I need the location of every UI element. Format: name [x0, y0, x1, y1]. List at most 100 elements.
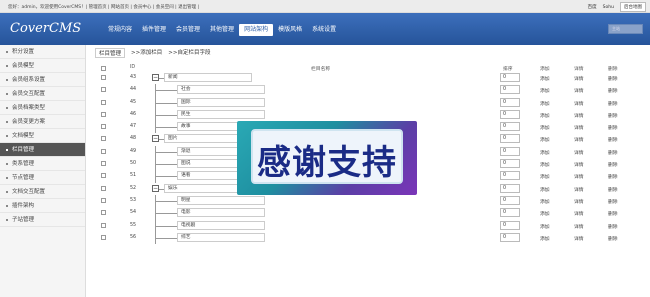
site-map-button[interactable]: 后台地图 [620, 2, 646, 12]
breadcrumb-category-manage[interactable]: 栏目管理 [95, 48, 126, 58]
top-link-sohu[interactable]: Sohu [603, 5, 614, 10]
delete-link[interactable]: 删除 [608, 173, 618, 180]
sidebar-item[interactable]: 节点管理 [0, 171, 85, 185]
row-name[interactable]: 综艺 [177, 232, 265, 242]
order-input[interactable]: 0 [500, 208, 520, 218]
order-input[interactable]: 0 [500, 183, 520, 193]
order-input[interactable]: 0 [500, 134, 520, 144]
detail-link[interactable]: 详情 [574, 223, 584, 230]
nav-item[interactable]: 插件管理 [137, 24, 171, 36]
nav-item[interactable]: 常规内容 [103, 24, 137, 36]
order-input[interactable]: 0 [500, 122, 520, 132]
row-checkbox[interactable] [101, 99, 106, 105]
collapse-icon[interactable]: − [152, 135, 159, 143]
row-checkbox[interactable] [101, 173, 106, 179]
order-input[interactable]: 0 [500, 232, 520, 242]
delete-link[interactable]: 删除 [608, 100, 618, 107]
row-name[interactable]: 社会 [177, 85, 265, 95]
breadcrumb-custom-fields[interactable]: >>自定栏目字段 [168, 48, 210, 58]
sidebar-item[interactable]: 会员模型 [0, 59, 85, 73]
row-checkbox[interactable] [101, 136, 106, 142]
row-checkbox[interactable] [101, 161, 106, 167]
detail-link[interactable]: 详情 [574, 161, 584, 168]
detail-link[interactable]: 详情 [574, 75, 584, 82]
sidebar-item[interactable]: 子站管理 [0, 213, 85, 227]
row-name[interactable]: 电影 [177, 208, 265, 218]
nav-item[interactable]: 其他管理 [205, 24, 239, 36]
row-checkbox[interactable] [101, 210, 106, 216]
delete-link[interactable]: 删除 [608, 149, 618, 156]
delete-link[interactable]: 删除 [608, 198, 618, 205]
delete-link[interactable]: 删除 [608, 75, 618, 82]
delete-link[interactable]: 删除 [608, 124, 618, 131]
order-input[interactable]: 0 [500, 195, 520, 205]
row-checkbox[interactable] [101, 124, 106, 130]
nav-item[interactable]: 模版风格 [273, 24, 307, 36]
detail-link[interactable]: 详情 [574, 235, 584, 242]
row-name[interactable]: 民生 [177, 109, 265, 119]
add-link[interactable]: 添加 [540, 161, 550, 168]
select-all-checkbox[interactable] [101, 66, 106, 71]
row-name[interactable]: 电视剧 [177, 220, 265, 230]
add-link[interactable]: 添加 [540, 173, 550, 180]
detail-link[interactable]: 详情 [574, 149, 584, 156]
breadcrumb-add-category[interactable]: >>添加栏目 [131, 48, 162, 58]
add-link[interactable]: 添加 [540, 100, 550, 107]
order-input[interactable]: 0 [500, 85, 520, 95]
order-input[interactable]: 0 [500, 220, 520, 230]
add-link[interactable]: 添加 [540, 198, 550, 205]
add-link[interactable]: 添加 [540, 223, 550, 230]
delete-link[interactable]: 删除 [608, 112, 618, 119]
order-input[interactable]: 0 [500, 171, 520, 181]
add-link[interactable]: 添加 [540, 235, 550, 242]
site-select[interactable]: 主站 [608, 24, 643, 34]
sidebar-item[interactable]: 积分设置 [0, 45, 85, 59]
row-checkbox[interactable] [101, 148, 106, 154]
add-link[interactable]: 添加 [540, 87, 550, 94]
sidebar-item[interactable]: 会员组系设置 [0, 73, 85, 87]
row-checkbox[interactable] [101, 222, 106, 228]
row-checkbox[interactable] [101, 197, 106, 203]
top-link-baidu[interactable]: 百度 [588, 4, 597, 10]
detail-link[interactable]: 详情 [574, 124, 584, 131]
row-name[interactable]: 新闻 [164, 73, 252, 82]
detail-link[interactable]: 详情 [574, 210, 584, 217]
row-checkbox[interactable] [101, 234, 106, 240]
detail-link[interactable]: 详情 [574, 87, 584, 94]
detail-link[interactable]: 详情 [574, 100, 584, 107]
row-name[interactable]: 国际 [177, 97, 265, 107]
detail-link[interactable]: 详情 [574, 136, 584, 143]
nav-item[interactable]: 网站架构 [239, 24, 274, 36]
nav-item[interactable]: 系统设置 [307, 24, 341, 36]
order-input[interactable]: 0 [500, 146, 520, 156]
row-checkbox[interactable] [101, 75, 106, 80]
delete-link[interactable]: 删除 [608, 210, 618, 217]
detail-link[interactable]: 详情 [574, 186, 584, 193]
delete-link[interactable]: 删除 [608, 136, 618, 143]
detail-link[interactable]: 详情 [574, 198, 584, 205]
add-link[interactable]: 添加 [540, 124, 550, 131]
add-link[interactable]: 添加 [540, 149, 550, 156]
order-input[interactable]: 0 [500, 109, 520, 119]
collapse-icon[interactable]: − [152, 184, 159, 192]
add-link[interactable]: 添加 [540, 75, 550, 82]
row-checkbox[interactable] [101, 111, 106, 117]
row-checkbox[interactable] [101, 87, 106, 93]
sidebar-item[interactable]: 会员档案类型 [0, 101, 85, 115]
order-input[interactable]: 0 [500, 97, 520, 107]
sidebar-item[interactable]: 文档模型 [0, 129, 85, 143]
collapse-icon[interactable]: − [152, 74, 159, 81]
order-input[interactable]: 0 [500, 159, 520, 169]
delete-link[interactable]: 删除 [608, 223, 618, 230]
sidebar-item[interactable]: 栏目管理 [0, 143, 85, 157]
delete-link[interactable]: 删除 [608, 235, 618, 242]
nav-item[interactable]: 会员管理 [171, 24, 205, 36]
delete-link[interactable]: 删除 [608, 87, 618, 94]
sidebar-item[interactable]: 类系管理 [0, 157, 85, 171]
detail-link[interactable]: 详情 [574, 112, 584, 119]
add-link[interactable]: 添加 [540, 186, 550, 193]
detail-link[interactable]: 详情 [574, 173, 584, 180]
add-link[interactable]: 添加 [540, 112, 550, 119]
sidebar-item[interactable]: 会员交互配置 [0, 87, 85, 101]
row-name[interactable]: 明星 [177, 195, 265, 205]
